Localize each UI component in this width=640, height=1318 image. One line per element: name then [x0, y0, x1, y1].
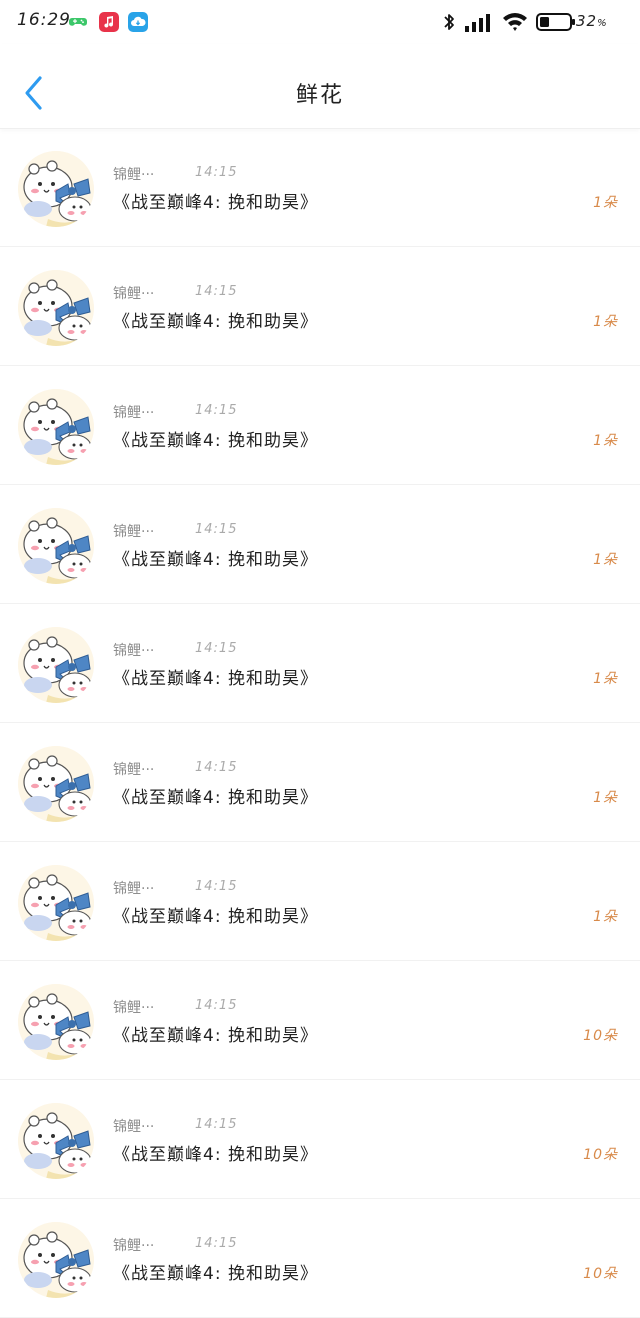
list-item[interactable]: 锦鲤··· 14:15 《战至巅峰4: 挽和助昊》 10朵 [0, 961, 640, 1080]
list-item[interactable]: 锦鲤··· 14:15 《战至巅峰4: 挽和助昊》 1朵 [0, 723, 640, 842]
user-name: 锦鲤··· [113, 167, 155, 183]
avatar[interactable] [18, 627, 94, 703]
flower-count: 1朵 [593, 195, 618, 211]
list-item[interactable]: 锦鲤··· 14:15 《战至巅峰4: 挽和助昊》 1朵 [0, 247, 640, 366]
battery-icon [536, 12, 576, 36]
timestamp: 14:15 [195, 284, 238, 299]
wifi-icon [502, 11, 528, 37]
flower-count: 1朵 [593, 433, 618, 449]
flower-count: 1朵 [593, 909, 618, 925]
timestamp: 14:15 [195, 641, 238, 656]
flower-count: 1朵 [593, 671, 618, 687]
avatar[interactable] [18, 508, 94, 584]
user-name: 锦鲤··· [113, 1119, 155, 1135]
work-title: 《战至巅峰4: 挽和助昊》 [113, 193, 318, 213]
avatar[interactable] [18, 865, 94, 941]
list-item[interactable]: 锦鲤··· 14:15 《战至巅峰4: 挽和助昊》 10朵 [0, 1080, 640, 1199]
user-name: 锦鲤··· [113, 405, 155, 421]
user-name: 锦鲤··· [113, 881, 155, 897]
flower-count: 10朵 [583, 1147, 618, 1163]
flower-gift-list: 锦鲤··· 14:15 《战至巅峰4: 挽和助昊》 1朵 锦鲤··· 14:15… [0, 128, 640, 1318]
user-name: 锦鲤··· [113, 1000, 155, 1016]
music-icon [99, 12, 119, 32]
game-controller-icon [68, 12, 88, 32]
user-name: 锦鲤··· [113, 286, 155, 302]
user-name: 锦鲤··· [113, 762, 155, 778]
timestamp: 14:15 [195, 879, 238, 894]
cloud-icon [128, 12, 148, 32]
list-item[interactable]: 锦鲤··· 14:15 《战至巅峰4: 挽和助昊》 1朵 [0, 366, 640, 485]
user-name: 锦鲤··· [113, 524, 155, 540]
battery-percent: 32% [576, 12, 608, 30]
list-item[interactable]: 锦鲤··· 14:15 《战至巅峰4: 挽和助昊》 1朵 [0, 604, 640, 723]
list-item[interactable]: 锦鲤··· 14:15 《战至巅峰4: 挽和助昊》 10朵 [0, 1199, 640, 1318]
work-title: 《战至巅峰4: 挽和助昊》 [113, 1145, 318, 1165]
bluetooth-icon [442, 12, 456, 36]
list-item[interactable]: 锦鲤··· 14:15 《战至巅峰4: 挽和助昊》 1朵 [0, 485, 640, 604]
avatar[interactable] [18, 984, 94, 1060]
timestamp: 14:15 [195, 522, 238, 537]
avatar[interactable] [18, 151, 94, 227]
timestamp: 14:15 [195, 760, 238, 775]
work-title: 《战至巅峰4: 挽和助昊》 [113, 431, 318, 451]
list-item[interactable]: 锦鲤··· 14:15 《战至巅峰4: 挽和助昊》 1朵 [0, 128, 640, 247]
timestamp: 14:15 [195, 998, 238, 1013]
nav-bar: 鲜花 [0, 44, 640, 129]
status-bar: 16:29 32% [0, 0, 640, 44]
flower-count: 1朵 [593, 790, 618, 806]
flower-count: 10朵 [583, 1266, 618, 1282]
avatar[interactable] [18, 1103, 94, 1179]
avatar[interactable] [18, 746, 94, 822]
flower-count: 1朵 [593, 552, 618, 568]
flower-count: 1朵 [593, 314, 618, 330]
avatar[interactable] [18, 270, 94, 346]
signal-icon [465, 12, 495, 36]
timestamp: 14:15 [195, 165, 238, 180]
list-item[interactable]: 锦鲤··· 14:15 《战至巅峰4: 挽和助昊》 1朵 [0, 842, 640, 961]
work-title: 《战至巅峰4: 挽和助昊》 [113, 550, 318, 570]
timestamp: 14:15 [195, 403, 238, 418]
flower-count: 10朵 [583, 1028, 618, 1044]
work-title: 《战至巅峰4: 挽和助昊》 [113, 907, 318, 927]
work-title: 《战至巅峰4: 挽和助昊》 [113, 1026, 318, 1046]
user-name: 锦鲤··· [113, 643, 155, 659]
status-time: 16:29 [17, 10, 71, 30]
user-name: 锦鲤··· [113, 1238, 155, 1254]
avatar[interactable] [18, 1222, 94, 1298]
timestamp: 14:15 [195, 1236, 238, 1251]
avatar[interactable] [18, 389, 94, 465]
work-title: 《战至巅峰4: 挽和助昊》 [113, 669, 318, 689]
work-title: 《战至巅峰4: 挽和助昊》 [113, 788, 318, 808]
page-title: 鲜花 [295, 83, 344, 108]
work-title: 《战至巅峰4: 挽和助昊》 [113, 1264, 318, 1284]
timestamp: 14:15 [195, 1117, 238, 1132]
work-title: 《战至巅峰4: 挽和助昊》 [113, 312, 318, 332]
